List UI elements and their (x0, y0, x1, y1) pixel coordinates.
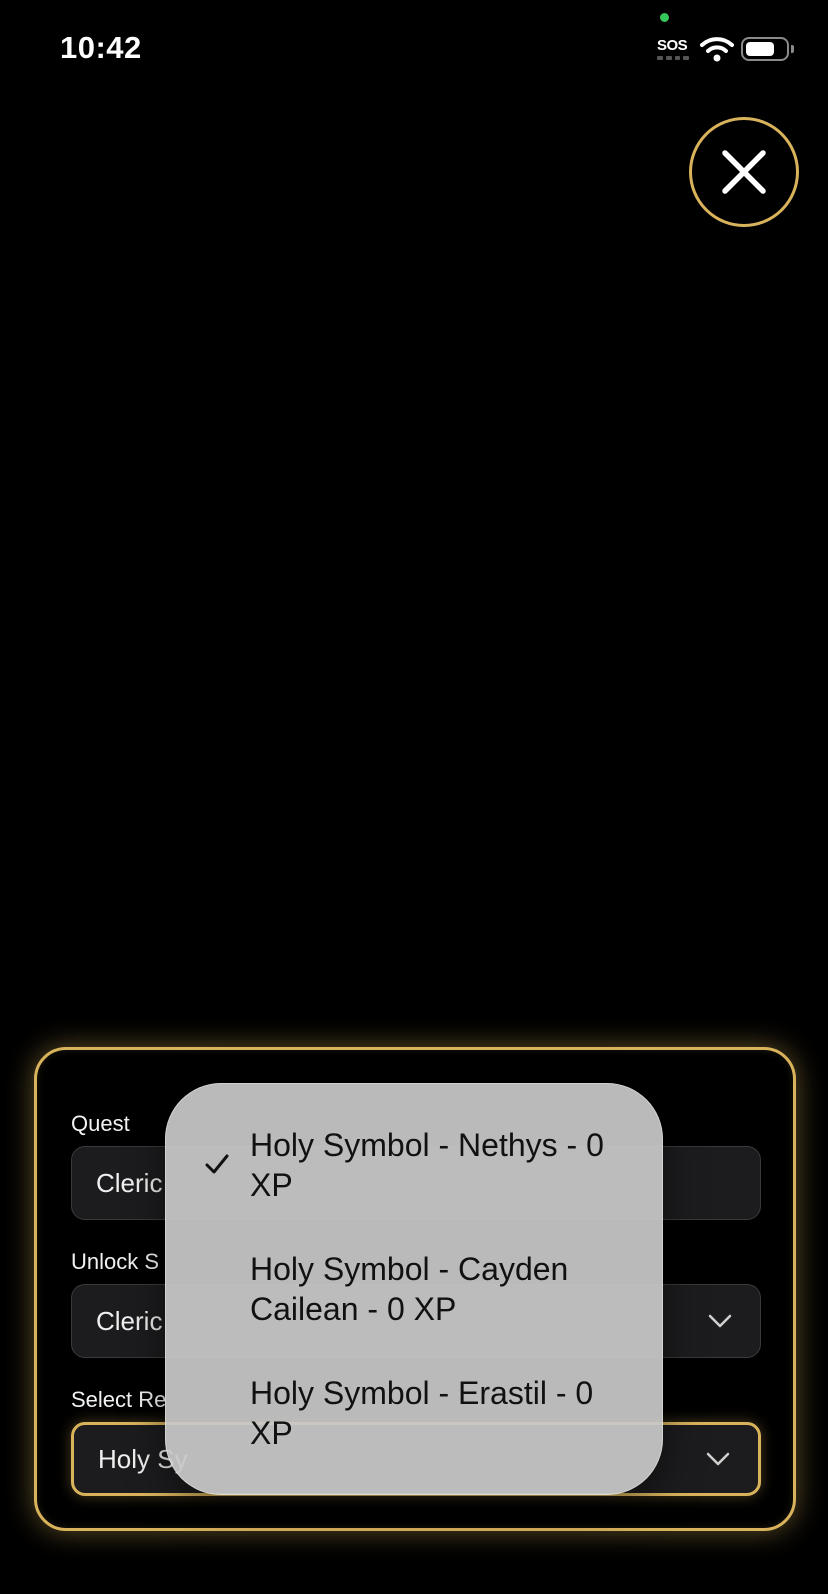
chevron-down-icon (706, 1452, 730, 1466)
status-time: 10:42 (60, 30, 142, 65)
quest-value: Cleric (96, 1167, 163, 1198)
close-button[interactable] (689, 117, 799, 227)
checkmark-icon (205, 1154, 229, 1174)
menu-item-nethys[interactable]: Holy Symbol - Nethys - 0 XP (250, 1125, 630, 1205)
camera-indicator-icon (660, 13, 669, 22)
quest-label: Quest (71, 1111, 130, 1136)
wifi-icon (700, 37, 734, 62)
unlock-label: Unlock S (71, 1249, 160, 1274)
battery-icon (741, 37, 789, 61)
reward-label: Select Re (71, 1387, 167, 1412)
chevron-down-icon (708, 1314, 732, 1328)
menu-item-cayden-cailean[interactable]: Holy Symbol - Cayden Cailean - 0 XP (250, 1249, 630, 1329)
menu-item-erastil[interactable]: Holy Symbol - Erastil - 0 XP (250, 1373, 630, 1453)
battery-tip (791, 45, 794, 53)
sos-label: SOS (657, 37, 688, 54)
reward-dropdown-menu: Holy Symbol - Nethys - 0 XP Holy Symbol … (165, 1083, 663, 1495)
close-icon (722, 150, 766, 194)
signal-icon (657, 56, 689, 60)
unlock-value: Cleric (96, 1305, 163, 1336)
